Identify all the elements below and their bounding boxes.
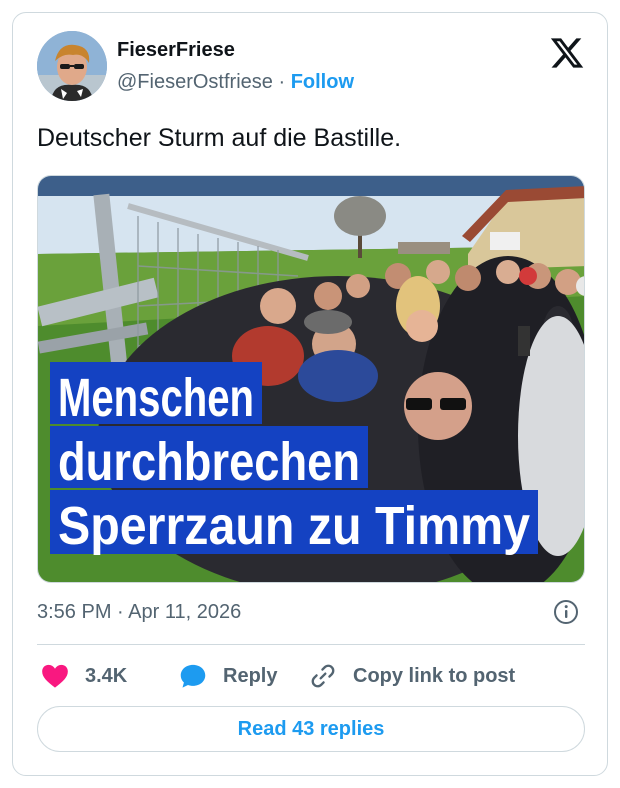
separator-dot: · (278, 71, 286, 93)
tweet-embed-card: FieserFriese @FieserOstfriese · Follow D… (12, 12, 608, 776)
author-names: FieserFriese @FieserOstfriese · Follow (117, 37, 354, 97)
reply-button[interactable]: Reply (179, 659, 277, 693)
follow-button[interactable]: Follow (291, 71, 354, 93)
like-button[interactable]: 3.4K (41, 659, 127, 693)
link-icon (311, 664, 335, 688)
tweet-header: FieserFriese @FieserOstfriese · Follow (37, 31, 585, 103)
author-display-name[interactable]: FieserFriese (117, 37, 354, 63)
speech-bubble-icon (180, 664, 206, 688)
avatar-image (37, 31, 107, 101)
info-icon[interactable] (553, 599, 579, 625)
tweet-media-image[interactable]: Menschen durchbrechen Sperrzaun zu Timmy (37, 175, 585, 583)
author-handle-line: @FieserOstfriese · Follow (117, 67, 354, 97)
like-count: 3.4K (85, 664, 128, 687)
x-logo-icon[interactable] (549, 35, 585, 71)
headline-line-2: durchbrechen (58, 432, 360, 492)
tweet-actions: 3.4K Reply Copy link to post (37, 659, 585, 693)
divider (37, 644, 585, 645)
copy-link-label: Copy link to post (353, 664, 516, 687)
tweet-timestamp[interactable]: 3:56 PM · Apr 11, 2026 (37, 598, 241, 626)
read-replies-button[interactable]: Read 43 replies (37, 706, 585, 752)
avatar[interactable] (37, 31, 107, 101)
copy-link-button[interactable]: Copy link to post (309, 659, 515, 693)
headline-line-1: Menschen (58, 368, 254, 428)
author-handle[interactable]: @FieserOstfriese (117, 71, 273, 93)
headline-line-3: Sperrzaun zu Timmy (58, 496, 530, 556)
reply-label: Reply (223, 664, 278, 687)
media-photo: Menschen durchbrechen Sperrzaun zu Timmy (38, 176, 584, 582)
heart-icon (42, 664, 68, 688)
tweet-text: Deutscher Sturm auf die Bastille. (37, 124, 402, 152)
